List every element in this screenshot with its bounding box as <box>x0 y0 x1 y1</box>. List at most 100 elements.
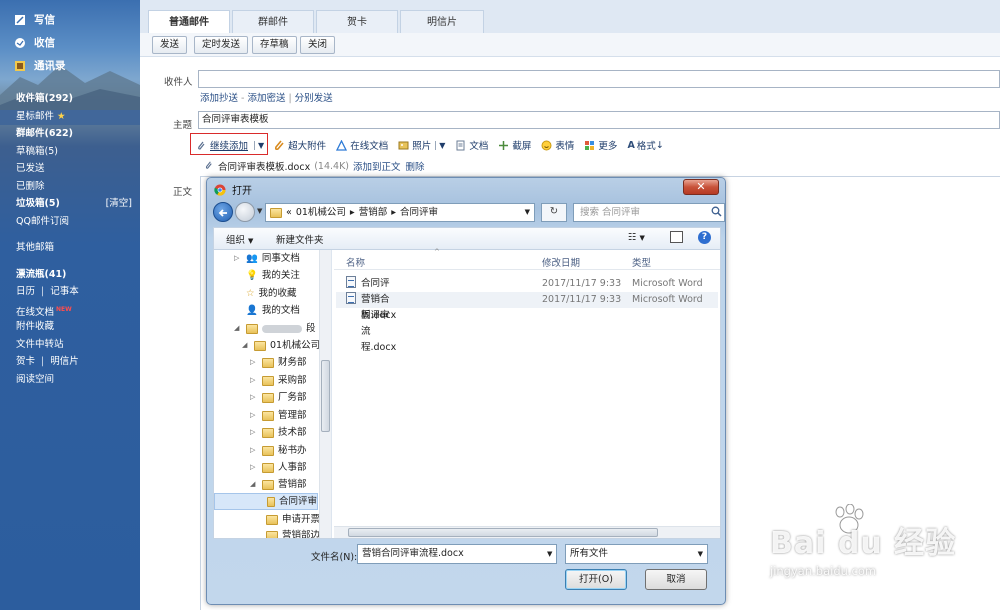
subject-input[interactable]: 合同评审表模板 <box>198 111 1000 129</box>
sidebar-item-online-docs[interactable]: 在线文档 NEW <box>16 301 134 319</box>
tree-scrollbar[interactable] <box>319 250 331 538</box>
dialog-close-button[interactable]: ✕ <box>683 179 719 195</box>
document-button[interactable]: 文档 <box>455 138 488 152</box>
tree-item[interactable]: 营销部边 <box>266 527 320 538</box>
expand-arrow-icon[interactable]: ▷ <box>250 354 258 371</box>
expand-arrow-icon[interactable]: ▷ <box>234 250 242 267</box>
organize-menu[interactable]: 组织 ▼ <box>226 232 253 246</box>
add-to-body-link[interactable]: 添加到正文 <box>353 159 401 173</box>
tree-item[interactable]: ▷ 人事部 <box>250 459 307 476</box>
tree-item[interactable]: ▷ 秘书办 <box>250 442 307 459</box>
schedule-send-button[interactable]: 定时发送 <box>194 36 249 54</box>
breadcrumb-01[interactable]: 01机械公司 <box>296 204 346 221</box>
cancel-button[interactable]: 取消 <box>645 569 707 590</box>
filename-input[interactable]: 营销合同评审流程.docx <box>357 544 557 564</box>
sidebar-item-attachment-favorites[interactable]: 附件收藏 <box>16 318 134 336</box>
sidebar-item-drafts[interactable]: 草稿箱(5) <box>16 143 134 161</box>
tree-item[interactable]: ▷ 技术部 <box>250 424 307 441</box>
add-bcc-link[interactable]: 添加密送 <box>247 93 285 104</box>
expand-arrow-icon[interactable]: ▷ <box>250 407 258 424</box>
history-dropdown-icon[interactable]: ▼ <box>257 207 262 215</box>
format-button[interactable]: A 格式 ↓ <box>627 138 663 153</box>
new-folder-button[interactable]: 新建文件夹 <box>276 232 324 246</box>
sidebar-item-file-transfer[interactable]: 文件中转站 <box>16 336 134 354</box>
separate-send-link[interactable]: 分别发送 <box>295 93 333 104</box>
big-attachment-button[interactable]: 超大附件 <box>274 138 326 152</box>
tree-item-selected[interactable]: 合同评审 <box>214 493 318 510</box>
file-row[interactable]: 合同评审表模板.docx 2017/11/17 9:33 Microsoft W… <box>336 276 718 321</box>
sidebar-item-starred[interactable]: 星标邮件 ★ <box>16 108 134 126</box>
sidebar-item-drift-bottle[interactable]: 漂流瓶(41) <box>16 266 134 284</box>
expand-arrow-icon[interactable]: ▷ <box>250 459 258 476</box>
tab-group-mail[interactable]: 群邮件 <box>232 10 314 33</box>
contacts-link[interactable]: 通讯录 <box>14 58 66 73</box>
close-button[interactable]: 关闭 <box>300 36 336 54</box>
tree-item[interactable]: ☆ 我的收藏 <box>246 285 297 302</box>
sidebar-item-postcards[interactable]: 明信片 <box>50 356 79 367</box>
scrollbar-thumb[interactable] <box>348 528 658 537</box>
address-bar[interactable]: « 01机械公司 ▸ 营销部 ▸ 合同评审 ▼ <box>265 203 535 222</box>
column-date[interactable]: 修改日期 <box>542 255 580 269</box>
expand-arrow-icon[interactable]: ◢ <box>234 320 242 337</box>
save-draft-button[interactable]: 存草稿 <box>252 36 297 54</box>
tree-item[interactable]: ◢ 营销部 <box>250 476 307 493</box>
send-button[interactable]: 发送 <box>152 36 188 54</box>
tree-item[interactable]: 👤 我的文档 <box>246 302 300 319</box>
chevron-down-icon[interactable]: ▼ <box>435 140 445 150</box>
tree-item[interactable]: ▷ 👥 同事文档 <box>234 250 300 267</box>
tree-item[interactable]: ◢ 段 <box>234 320 316 337</box>
sidebar-item-cards[interactable]: 贺卡 | 明信片 <box>16 353 134 371</box>
expand-arrow-icon[interactable]: ◢ <box>250 476 258 493</box>
address-dropdown-icon[interactable]: ▼ <box>525 204 530 221</box>
tree-item[interactable]: ▷ 管理部 <box>250 407 307 424</box>
sidebar-item-sent[interactable]: 已发送 <box>16 160 134 178</box>
search-input[interactable]: 搜索 合同评审 <box>573 203 725 222</box>
column-name[interactable]: 名称 <box>346 255 365 269</box>
screenshot-button[interactable]: 截屏 <box>498 138 531 152</box>
expand-arrow-icon[interactable]: ▷ <box>250 442 258 459</box>
breadcrumb-contract-review[interactable]: 合同评审 <box>400 204 438 221</box>
sidebar-item-calendar[interactable]: 日历 | 记事本 <box>16 283 134 301</box>
tab-greeting-card[interactable]: 贺卡 <box>316 10 398 33</box>
compose-link[interactable]: 写信 <box>14 12 55 27</box>
refresh-button[interactable]: ↻ <box>541 203 567 222</box>
delete-attachment-link[interactable]: 删除 <box>406 159 425 173</box>
emoji-button[interactable]: 表情 <box>541 138 574 152</box>
tree-item[interactable]: ▷ 财务部 <box>250 354 307 371</box>
back-arrow-icon[interactable] <box>213 202 233 222</box>
sidebar-item-subscriptions[interactable]: QQ邮件订阅 <box>16 213 134 231</box>
expand-arrow-icon[interactable]: ▷ <box>250 424 258 441</box>
expand-arrow-icon[interactable]: ▷ <box>250 389 258 406</box>
expand-arrow-icon[interactable]: ▷ <box>250 372 258 389</box>
more-button[interactable]: 更多 <box>584 138 617 152</box>
open-button[interactable]: 打开(O) <box>565 569 627 590</box>
to-input[interactable] <box>198 70 1000 88</box>
tree-item[interactable]: ◢ 01机械公司 <box>242 337 320 354</box>
view-options-icon[interactable]: ☷ ▼ <box>628 232 645 243</box>
file-list-scrollbar[interactable] <box>334 526 720 538</box>
scrollbar-thumb[interactable] <box>321 360 330 432</box>
expand-arrow-icon[interactable]: ◢ <box>242 337 250 354</box>
tab-normal-mail[interactable]: 普通邮件 <box>148 10 230 34</box>
filename-dropdown-icon[interactable]: ▼ <box>547 550 552 558</box>
tab-postcard[interactable]: 明信片 <box>400 10 484 33</box>
breadcrumb-marketing[interactable]: 营销部 <box>359 204 388 221</box>
empty-spam-link[interactable]: [清空] <box>106 195 132 213</box>
tree-item[interactable]: 申请开票 <box>266 511 320 528</box>
tree-item[interactable]: ▷ 厂务部 <box>250 389 307 406</box>
preview-pane-icon[interactable] <box>670 231 683 243</box>
sidebar-item-inbox[interactable]: 收件箱(292) <box>16 90 134 108</box>
sidebar-item-notebook[interactable]: 记事本 <box>50 286 79 297</box>
tree-item[interactable]: 💡 我的关注 <box>246 267 300 284</box>
sidebar-item-other-mailboxes[interactable]: 其他邮箱 <box>16 239 134 257</box>
photo-button[interactable]: 照片 ▼ <box>398 138 445 152</box>
tree-item[interactable]: ▷ 采购部 <box>250 372 307 389</box>
receive-link[interactable]: 收信 <box>14 35 55 50</box>
filetype-select[interactable]: 所有文件 ▼ <box>565 544 708 564</box>
file-row[interactable]: 营销合同评审流程.docx 2017/11/17 9:33 Microsoft … <box>336 292 718 353</box>
column-type[interactable]: 类型 <box>632 255 651 269</box>
sidebar-item-spam[interactable]: 垃圾箱(5) [清空] <box>16 195 134 213</box>
sidebar-item-reading-space[interactable]: 阅读空间 <box>16 371 134 389</box>
sidebar-item-group-mail[interactable]: 群邮件(622) <box>16 125 134 143</box>
add-cc-link[interactable]: 添加抄送 <box>200 93 238 104</box>
